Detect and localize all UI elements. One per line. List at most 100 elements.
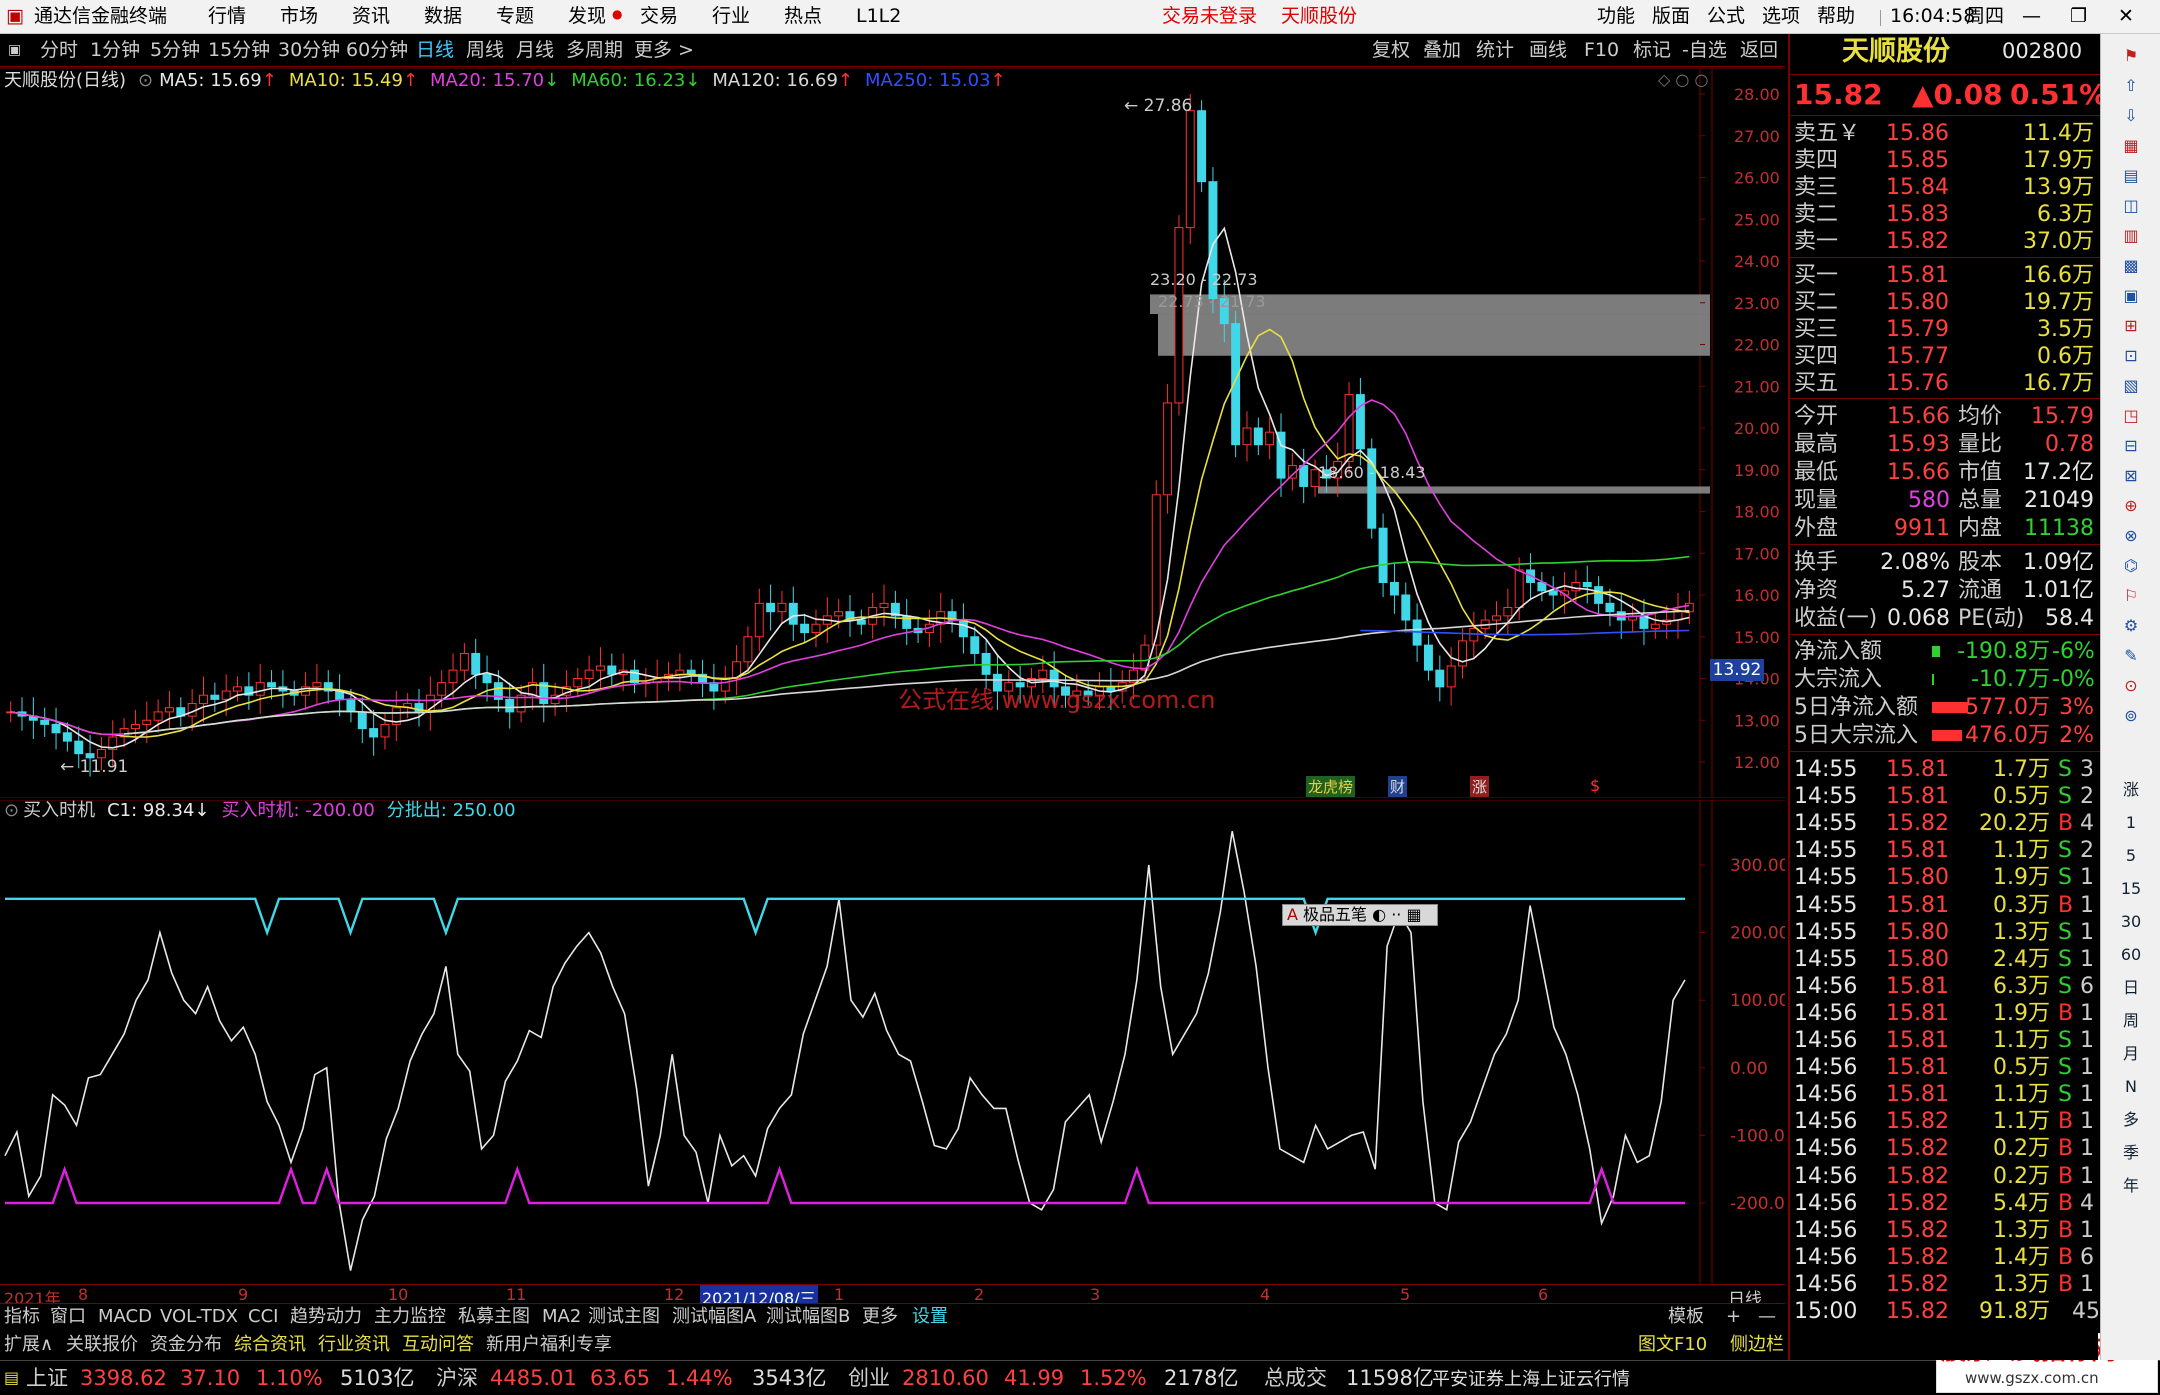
period-day[interactable]: 日线 — [416, 38, 454, 62]
bid-row[interactable]: 买三 15.79 3.5万 — [1790, 316, 2100, 343]
tool-f10[interactable]: F10 — [1584, 38, 1619, 62]
menu-hangye[interactable]: 行业 — [712, 4, 750, 28]
bid-row[interactable]: 买四 15.77 0.6万 — [1790, 343, 2100, 370]
tab-zhibiao[interactable]: 指标 — [4, 1306, 40, 1328]
menu-zixun[interactable]: 资讯 — [352, 4, 390, 28]
ime-popup[interactable]: A 极品五笔 ◐ ·· ▦ — [1282, 904, 1438, 926]
minimize-icon[interactable]: — — [2022, 4, 2041, 28]
legend-dropdown-icon[interactable]: ⊙ — [138, 70, 153, 91]
ask-row[interactable]: 卖三 15.84 13.9万 — [1790, 174, 2100, 201]
idx-sh-name[interactable]: 上证 — [26, 1365, 68, 1391]
toolbar-icon[interactable]: ▤ — [2109, 160, 2153, 192]
tab-remove[interactable]: — — [1758, 1306, 1776, 1328]
tab-test-a[interactable]: 测试幅图A — [672, 1306, 756, 1328]
toolbar-icon[interactable]: ⚐ — [2109, 580, 2153, 612]
kline-chart[interactable]: 28.00 27.00 26.00 25.00 24.00 23.00 22.00 21.00… — [0, 68, 1785, 798]
menu-faxian[interactable]: 发现 — [568, 4, 606, 28]
tab-chuangkou[interactable]: 窗口 — [50, 1306, 86, 1328]
trade-status[interactable]: 交易未登录 — [1162, 4, 1257, 28]
tick-row[interactable]: 14:56 15.81 6.3万 S 6 — [1790, 973, 2100, 1000]
tick-row[interactable]: 14:55 15.81 1.7万 S 3 — [1790, 756, 2100, 783]
menu-bangzhu[interactable]: 帮助 — [1817, 4, 1855, 28]
tool-fuquan[interactable]: 复权 — [1372, 38, 1410, 62]
tab-hangye[interactable]: 行业资讯 — [318, 1333, 390, 1357]
flow-row[interactable]: 净流入额 -190.8万 -6% — [1790, 638, 2100, 665]
tab-ma2[interactable]: MA2 — [542, 1306, 581, 1328]
ask-row[interactable]: 卖一 15.82 37.0万 — [1790, 228, 2100, 255]
tab-settings[interactable]: 设置 — [912, 1306, 948, 1328]
menu-zhuanti[interactable]: 专题 — [496, 4, 534, 28]
tab-zonghe[interactable]: 综合资讯 — [234, 1333, 306, 1357]
restore-icon[interactable]: ❐ — [2070, 4, 2087, 28]
toolbar-icon[interactable]: ▩ — [2109, 250, 2153, 282]
flow-row[interactable]: 大宗流入 -10.7万 -0% — [1790, 666, 2100, 693]
stat-row[interactable]: 外盘 9911 内盘 11138 — [1790, 515, 2100, 542]
tab-test-b[interactable]: 测试幅图B — [766, 1306, 850, 1328]
ask-row[interactable]: 卖二 15.83 6.3万 — [1790, 201, 2100, 228]
marker-zhang[interactable]: 涨 — [1470, 776, 1490, 797]
menu-redian[interactable]: 热点 — [784, 4, 822, 28]
quote-price-row[interactable]: 15.82 ▲0.08 0.51% — [1790, 81, 2107, 109]
tick-row[interactable]: 14:56 15.82 1.3万 B 1 — [1790, 1217, 2100, 1244]
marker-dollar[interactable]: $ — [1590, 776, 1600, 795]
toolbar-icon[interactable]: ⌬ — [2109, 550, 2153, 582]
toolbar-period-1[interactable]: 1 — [2109, 807, 2153, 839]
toolbar-period-3[interactable]: 15 — [2109, 873, 2153, 905]
toolbar-icon[interactable]: ⊡ — [2109, 340, 2153, 372]
toolbar-icon[interactable]: ⊞ — [2109, 310, 2153, 342]
stat-row[interactable]: 今开 15.66 均价 15.79 — [1790, 403, 2100, 430]
toolbar-period-11[interactable]: 季 — [2109, 1137, 2153, 1169]
quote-header[interactable]: 天顺股份 002800 — [1790, 38, 2100, 65]
toolbar-icon[interactable]: ⊠ — [2109, 460, 2153, 492]
toolbar-icon[interactable]: ⊚ — [2109, 700, 2153, 732]
tool-diejia[interactable]: 叠加 — [1423, 38, 1461, 62]
menu-banmian[interactable]: 版面 — [1652, 4, 1690, 28]
toolbar-icon[interactable]: ✎ — [2109, 640, 2153, 672]
tab-newuser[interactable]: 新用户福利专享 — [486, 1333, 612, 1357]
toolbar-period-5[interactable]: 60 — [2109, 939, 2153, 971]
toolbar-period-0[interactable]: 涨 — [2109, 774, 2153, 806]
indicator-chart[interactable]: 300.00 200.00 100.00 0.00 -100.00 -200.00 — [0, 800, 1785, 1284]
tab-test-main[interactable]: 测试主图 — [588, 1306, 660, 1328]
period-1min[interactable]: 1分钟 — [90, 38, 140, 62]
tick-row[interactable]: 14:56 15.82 1.3万 B 1 — [1790, 1271, 2100, 1298]
period-multi[interactable]: 多周期 — [566, 38, 623, 62]
tick-row[interactable]: 14:56 15.82 1.1万 B 1 — [1790, 1108, 2100, 1135]
toolbar-icon[interactable]: ▧ — [2109, 370, 2153, 402]
toolbar-period-2[interactable]: 5 — [2109, 840, 2153, 872]
toolbar-icon[interactable]: ◫ — [2109, 190, 2153, 222]
tool-biaoji[interactable]: 标记 — [1633, 38, 1671, 62]
tab-simu[interactable]: 私募主图 — [458, 1306, 530, 1328]
tick-row[interactable]: 14:56 15.82 0.2万 B 1 — [1790, 1135, 2100, 1162]
stat-row[interactable]: 净资 5.27 流通 1.01亿 — [1790, 577, 2100, 604]
ask-row[interactable]: 卖五￥ 15.86 11.4万 — [1790, 120, 2100, 147]
tick-row[interactable]: 14:55 15.80 1.9万 S 1 — [1790, 864, 2100, 891]
toolbar-period-12[interactable]: 年 — [2109, 1170, 2153, 1202]
idx-hs-name[interactable]: 沪深 — [436, 1365, 478, 1391]
tool-huaxian[interactable]: 画线 — [1529, 38, 1567, 62]
tab-expand[interactable]: 扩展∧ — [4, 1333, 53, 1357]
tick-row[interactable]: 14:55 15.80 1.3万 S 1 — [1790, 919, 2100, 946]
stat-row[interactable]: 换手 2.08% 股本 1.09亿 — [1790, 549, 2100, 576]
period-more[interactable]: 更多 > — [634, 38, 694, 62]
tab-zijin[interactable]: 资金分布 — [150, 1333, 222, 1357]
stat-row[interactable]: 现量 580 总量 21049 — [1790, 487, 2100, 514]
idx-cy-name[interactable]: 创业 — [848, 1365, 890, 1391]
tab-zhuli[interactable]: 主力监控 — [374, 1306, 446, 1328]
tab-qushi[interactable]: 趋势动力 — [290, 1306, 362, 1328]
toolbar-period-10[interactable]: 多 — [2109, 1104, 2153, 1136]
menu-jiaoyi[interactable]: 交易 — [640, 4, 678, 28]
menu-gongshi[interactable]: 公式 — [1707, 4, 1745, 28]
close-icon[interactable]: ✕ — [2118, 4, 2134, 28]
bid-row[interactable]: 买一 15.81 16.6万 — [1790, 262, 2100, 289]
toolbar-icon[interactable]: ⊟ — [2109, 430, 2153, 462]
menu-shuju[interactable]: 数据 — [424, 4, 462, 28]
toolbar-icon[interactable]: ⚙ — [2109, 610, 2153, 642]
toolbar-icon[interactable]: ⊙ — [2109, 670, 2153, 702]
ask-row[interactable]: 卖四 15.85 17.9万 — [1790, 147, 2100, 174]
menu-xuanxiang[interactable]: 选项 — [1762, 4, 1800, 28]
chart-options-icon[interactable]: ◇ ○ ○ — [1658, 70, 1708, 89]
tick-row[interactable]: 14:56 15.81 0.5万 S 1 — [1790, 1054, 2100, 1081]
toolbar-icon[interactable]: ▣ — [2109, 280, 2153, 312]
tab-template[interactable]: 模板 — [1668, 1306, 1704, 1328]
